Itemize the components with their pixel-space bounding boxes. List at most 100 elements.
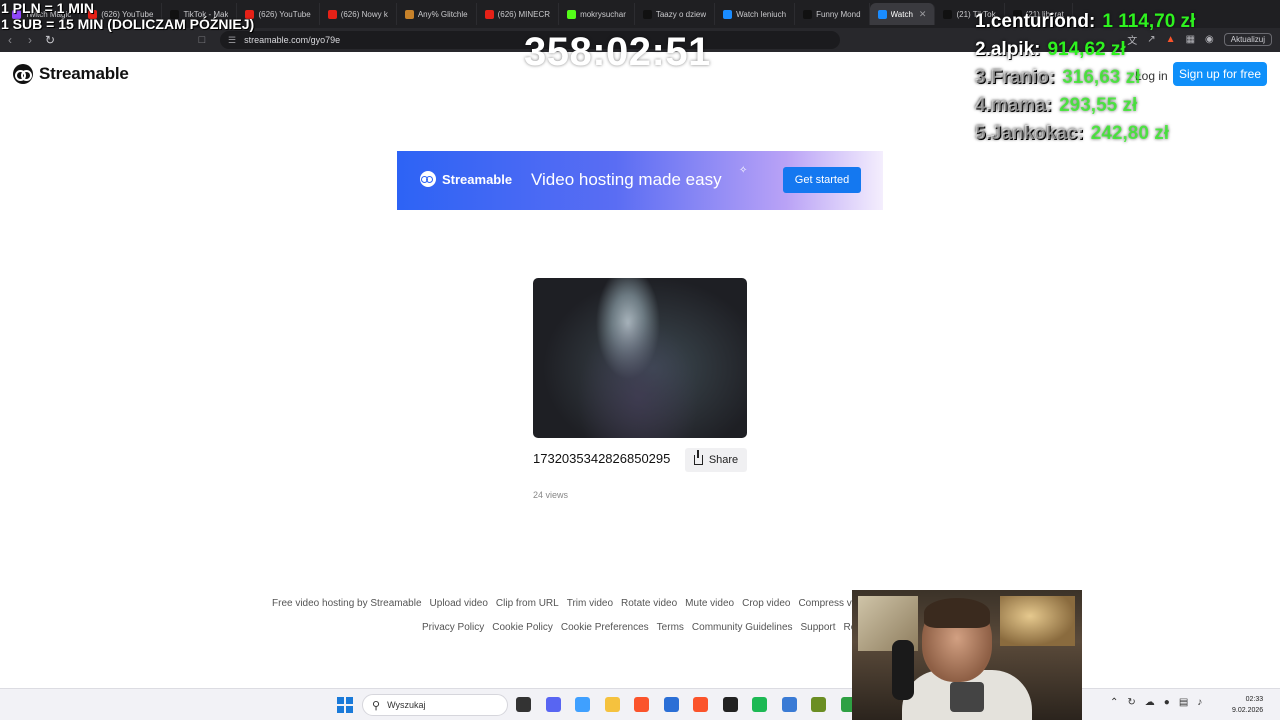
forward-icon[interactable]: › [20, 33, 40, 47]
file-manager-icon[interactable] [516, 697, 531, 712]
footer-link[interactable]: Community Guidelines [692, 622, 793, 633]
banner-logo-text: Streamable [442, 171, 513, 187]
close-tab-icon[interactable]: ✕ [919, 9, 927, 20]
tab-label: mokrysuchar [580, 9, 626, 19]
system-tray: ⌃ ↻ ☁ ● ▤ ♪ [1110, 697, 1202, 708]
copilot-icon[interactable] [575, 697, 590, 712]
streamable-logo[interactable]: Streamable [13, 64, 129, 84]
leaderboard-row: 1.centuriond: 1 114,70 zł [975, 8, 1195, 36]
clock-date: 9.02.2026 [1232, 707, 1264, 714]
leaderboard-amount: 293,55 zł [1059, 95, 1138, 116]
tab-favicon-icon [803, 9, 813, 19]
cloud-icon[interactable]: ☁ [1145, 697, 1155, 708]
footer-link[interactable]: Terms [657, 622, 684, 633]
leaderboard-row: 3.Franio: 316,63 zł [975, 64, 1195, 92]
webcam-background-lamp [1000, 596, 1075, 646]
site-settings-icon[interactable]: ☰ [228, 35, 236, 46]
donation-leaderboard: 1.centuriond: 1 114,70 zł 2.alpik: 914,62 z… [975, 8, 1195, 148]
bookmark-icon[interactable]: □ [192, 34, 212, 46]
browser-tab[interactable]: (626) MINECR [477, 3, 560, 25]
brave-active-icon[interactable] [693, 697, 708, 712]
banner-logo: Streamable [420, 171, 512, 187]
notepad-icon[interactable] [781, 697, 797, 712]
browser-tab[interactable]: Any% Glitchle [397, 3, 477, 25]
tab-favicon-icon [943, 9, 953, 19]
update-button[interactable]: Aktualizuj [1223, 33, 1272, 46]
tab-label: (626) YouTube [258, 9, 311, 19]
leaderboard-name: 1.centuriond: [975, 11, 1096, 32]
wallet-icon[interactable]: ◉ [1205, 34, 1214, 45]
screen: Twitch Magic (626) YouTube TikTok - Mak (62… [0, 0, 1280, 720]
donation-rate-overlay: 1 PLN = 1 MIN 1 SUB = 15 MIN (DOLICZAM P… [1, 0, 254, 32]
footer-link[interactable]: Rotate video [621, 598, 677, 609]
webcam-overlay [852, 590, 1082, 720]
share-icon [693, 450, 703, 465]
footer-links-primary: Free video hosting by Streamable Upload v… [272, 598, 871, 609]
footer-link[interactable]: Crop video [742, 598, 790, 609]
leaderboard-name: 2.alpik: [975, 39, 1041, 60]
microphone-icon[interactable]: ● [1164, 697, 1170, 708]
tab-label: Watch [890, 9, 913, 19]
brave-icon[interactable] [634, 697, 649, 712]
webcam-streamer-hair [924, 598, 990, 628]
get-started-button[interactable]: Get started [783, 167, 861, 193]
footer-link[interactable]: Upload video [430, 598, 488, 609]
browser-tab[interactable]: Funny Mond [795, 3, 870, 25]
windows-start-icon[interactable] [337, 697, 353, 713]
network-icon[interactable]: ▤ [1179, 697, 1188, 708]
footer-link[interactable]: Clip from URL [496, 598, 559, 609]
footer-links-secondary: Privacy Policy Cookie Policy Cookie Prefer… [422, 622, 874, 633]
leaderboard-row: 2.alpik: 914,62 zł [975, 36, 1195, 64]
back-icon[interactable]: ‹ [0, 33, 20, 47]
spotify-icon[interactable] [752, 697, 767, 712]
reload-icon[interactable]: ↻ [40, 33, 60, 47]
rate-line-1: 1 PLN = 1 MIN [1, 0, 94, 16]
store-icon[interactable] [663, 697, 679, 712]
footer-link[interactable]: Free video hosting by Streamable [272, 598, 422, 609]
subathon-timer: 358:02:51 [524, 30, 711, 74]
footer-link[interactable]: Trim video [567, 598, 613, 609]
clock-time: 02:33 [1245, 696, 1264, 703]
discord-icon[interactable] [545, 697, 561, 712]
tab-favicon-icon [723, 9, 733, 19]
browser-tab[interactable]: Taazy o dziew [635, 3, 716, 25]
banner-logo-icon [420, 171, 436, 187]
tab-favicon-icon [642, 9, 652, 19]
taskbar-search[interactable]: ⚲ Wyszukaj [362, 694, 508, 716]
browser-tab[interactable]: Watch ✕ [869, 3, 936, 25]
minecraft-icon[interactable] [811, 697, 826, 712]
leaderboard-row: 4.mama: 293,55 zł [975, 92, 1195, 120]
footer-link[interactable]: Cookie Preferences [561, 622, 649, 633]
obs-icon[interactable] [722, 697, 738, 712]
promo-banner[interactable]: Streamable Video hosting made easy ✧ Get… [397, 151, 883, 210]
tab-favicon-icon [484, 9, 494, 19]
footer-link[interactable]: Mute video [685, 598, 734, 609]
webcam-shirt-print [950, 682, 984, 712]
volume-icon[interactable]: ♪ [1197, 697, 1202, 708]
tab-label: Funny Mond [816, 9, 861, 19]
tab-favicon-icon [567, 9, 577, 19]
logo-text: Streamable [39, 64, 129, 83]
folder-icon[interactable] [604, 697, 620, 712]
leaderboard-amount: 242,80 zł [1090, 123, 1169, 144]
share-button[interactable]: Share [685, 448, 747, 472]
footer-link[interactable]: Support [801, 622, 836, 633]
footer-link[interactable]: Privacy Policy [422, 622, 484, 633]
tab-label: (626) Nowy k [340, 9, 388, 19]
sparkle-icon: ✧ [739, 165, 748, 176]
browser-tab[interactable]: Watch leniuch [715, 3, 796, 25]
sync-icon[interactable]: ↻ [1127, 697, 1135, 708]
video-thumbnail[interactable] [533, 278, 747, 438]
video-views: 24 views [533, 490, 569, 500]
tab-label: Any% Glitchle [417, 9, 468, 19]
leaderboard-amount: 1 114,70 zł [1102, 11, 1196, 32]
taskbar-clock[interactable]: 02:33 9.02.2026 [1232, 694, 1263, 716]
footer-link[interactable]: Cookie Policy [492, 622, 553, 633]
streamable-logo-icon [13, 64, 33, 84]
browser-tab[interactable]: (626) Nowy k [320, 3, 397, 25]
share-label: Share [708, 454, 739, 466]
leaderboard-amount: 316,63 zł [1062, 67, 1141, 88]
browser-tab[interactable]: mokrysuchar [559, 3, 635, 25]
chevron-up-icon[interactable]: ⌃ [1110, 697, 1118, 708]
taskbar-search-text: Wyszukaj [387, 700, 426, 710]
